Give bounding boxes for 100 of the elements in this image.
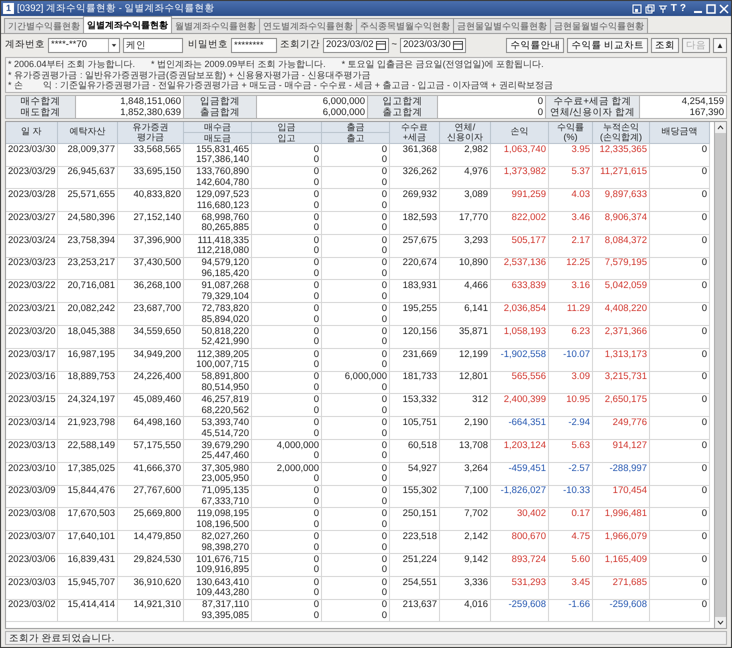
- table-cell-text: 79,329,104: [200, 292, 249, 302]
- table-cell-text: 0: [700, 281, 707, 292]
- table-cell-text: 4,466: [463, 281, 488, 292]
- tab[interactable]: 연도별계좌수익률현황: [259, 18, 357, 33]
- scrollbar[interactable]: [714, 122, 726, 628]
- toolbar-button[interactable]: 수익률안내: [506, 38, 564, 53]
- date-cell: 2023/03/27: [8, 212, 57, 224]
- table-cell-text: 531,293: [510, 578, 546, 588]
- table-cell-text: 213,637: [402, 600, 437, 611]
- summary-label: 매도합계: [6, 107, 76, 119]
- table-cell-text: 142,604,780: [195, 178, 249, 188]
- tab[interactable]: 금현물월별수익률현황: [550, 18, 648, 33]
- table-cell-text: 8,084,372: [604, 236, 647, 246]
- dropdown-caret-icon[interactable]: [108, 39, 119, 52]
- tab[interactable]: 주식종목별월수익현황: [356, 18, 454, 33]
- calendar-icon[interactable]: [452, 41, 463, 50]
- table-cell-text: 1,165,409: [604, 554, 647, 566]
- table-cell-text: 87,317,110: [201, 600, 249, 611]
- start-date-field[interactable]: 2023/03/02: [323, 38, 389, 53]
- close-icon[interactable]: [719, 4, 729, 14]
- table-cell-text: 0: [312, 337, 319, 348]
- table-cell-text: 37,396,900: [132, 236, 181, 246]
- table-cell-text: 0: [380, 588, 387, 599]
- table-cell-text: 822,002: [510, 212, 546, 224]
- table-cell-text: 1,313,173: [604, 350, 647, 360]
- table-cell-text: 34,949,200: [132, 350, 181, 360]
- table-cell-text: 0: [312, 190, 319, 201]
- table-cell-text: 13,708: [458, 440, 488, 452]
- table-cell-text: 0: [380, 223, 387, 234]
- table-cell-text: 0: [380, 406, 387, 416]
- toolbar-button[interactable]: 수익률 비교차트: [567, 38, 648, 53]
- table-cell-text: 36,910,620: [132, 578, 181, 588]
- table-cell-text: 0: [312, 281, 319, 292]
- font-button[interactable]: T: [670, 4, 677, 14]
- column-header: 매도금: [203, 132, 232, 142]
- tab[interactable]: 기간별수익률현황: [4, 18, 84, 33]
- table-cell-text: 17,385,025: [66, 464, 115, 474]
- help-button[interactable]: ?: [680, 4, 686, 14]
- window-link-icon[interactable]: [632, 4, 642, 14]
- table-cell-text: 116,680,123: [196, 200, 249, 212]
- table-cell-text: 1,203,124: [502, 440, 546, 452]
- table-cell-text: 269,932: [402, 190, 437, 201]
- table-cell-text: 6,141: [463, 304, 488, 315]
- tab[interactable]: 월별계좌수익률현황: [171, 18, 260, 33]
- table-cell-text: 0: [312, 268, 319, 280]
- end-date-field[interactable]: 2023/03/30: [400, 38, 466, 53]
- date-cell: 2023/03/08: [8, 509, 57, 520]
- table-cell-text: 30,402: [516, 509, 546, 520]
- table-cell-text: 0: [380, 337, 387, 348]
- table-cell-text: 0: [700, 509, 707, 520]
- table-cell-text: 9,897,633: [604, 190, 647, 201]
- formula-label: * 손 익: [8, 80, 52, 90]
- table-cell-text: 0: [312, 610, 319, 622]
- table-cell-text: 1,966,079: [604, 532, 647, 543]
- scroll-up-icon[interactable]: [715, 122, 726, 132]
- table-cell-text: 94,579,120: [200, 258, 249, 269]
- date-cell: 2023/03/15: [8, 395, 57, 406]
- calendar-icon[interactable]: [376, 41, 386, 50]
- table-cell-text: 0: [312, 578, 319, 588]
- pin-icon[interactable]: [658, 4, 668, 14]
- table-cell-text: 27,152,140: [132, 212, 181, 224]
- table-cell-text: 0: [380, 382, 387, 394]
- table-cell-text: 2.17: [570, 236, 590, 246]
- collapse-button[interactable]: ▲: [713, 38, 727, 53]
- table-cell-text: 100,007,715: [195, 360, 249, 371]
- account-dropdown[interactable]: ****-**70: [48, 38, 120, 53]
- owner-field[interactable]: 케인: [123, 38, 183, 53]
- table-cell-text: 23,758,394: [66, 236, 115, 246]
- table-cell-text: 0: [380, 190, 387, 201]
- tab[interactable]: 금현물일별수익률현황: [453, 18, 551, 33]
- table-cell-text: -10.33: [562, 486, 590, 497]
- table-cell-text: 0: [380, 304, 387, 315]
- copy-window-icon[interactable]: [644, 4, 655, 14]
- table-cell-text: 0: [700, 600, 707, 611]
- table-cell-text: 251,224: [402, 554, 437, 566]
- table-cell-text: 0: [312, 532, 319, 543]
- password-field[interactable]: ********: [231, 38, 277, 53]
- table-cell-text: -288,997: [608, 464, 647, 474]
- table-cell-text: 64,498,160: [132, 418, 181, 429]
- table-cell-text: 6,000,000: [344, 372, 387, 383]
- table-cell-text: 0: [312, 474, 319, 485]
- table-cell-text: 54,927: [406, 464, 437, 474]
- table-cell-text: 0: [312, 223, 319, 234]
- column-header: 수익률 (%): [549, 122, 593, 144]
- table-cell-text: 0: [700, 167, 707, 178]
- date-cell: 2023/03/09: [8, 486, 57, 497]
- table-cell-text: 5.63: [570, 440, 590, 452]
- scroll-down-icon[interactable]: [715, 617, 726, 628]
- table-cell-text: 4.03: [570, 190, 590, 201]
- table-cell-text: 0: [312, 350, 319, 360]
- table-cell-text: 71,095,135: [200, 486, 249, 497]
- maximize-icon[interactable]: [706, 4, 716, 14]
- toolbar-button[interactable]: 조회: [651, 38, 679, 53]
- table-cell-text: 46,257,819: [200, 395, 249, 406]
- table-cell-text: 1,058,193: [502, 326, 546, 338]
- tab[interactable]: 일별계좌수익률현황: [83, 16, 172, 33]
- formula-text: : 기준일유가증권평가금 - 전일유가증권평가금 + 매도금 - 매수금 - 수수료 - 세금 + 출고금 - 입고금 - 이자금액 + 권리락보정금: [55, 80, 553, 90]
- table-cell-text: 130,643,410: [195, 578, 249, 588]
- table-cell-text: 45,514,720: [200, 428, 249, 440]
- table-cell-text: 16,839,431: [66, 554, 115, 566]
